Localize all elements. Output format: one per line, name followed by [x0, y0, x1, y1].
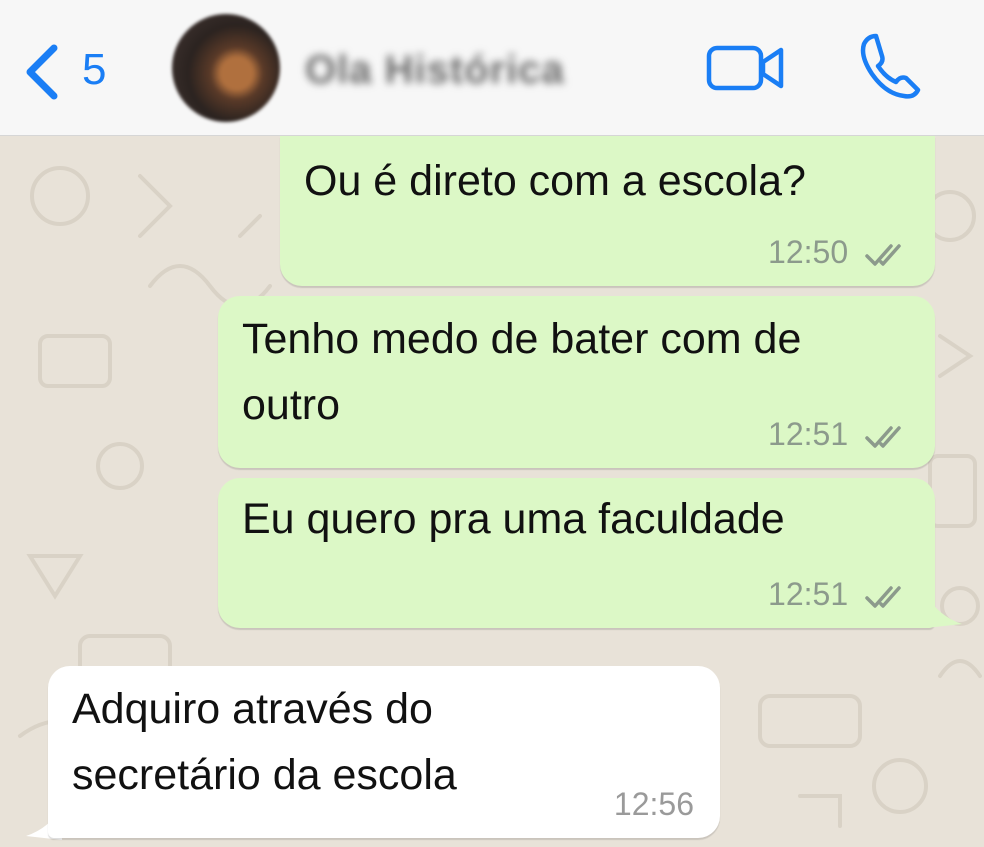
message-time: 12:50 — [768, 234, 849, 270]
message-time: 12:51 — [768, 416, 849, 452]
message-meta: 12:50 — [768, 232, 909, 272]
avatar[interactable] — [172, 14, 280, 122]
voice-call-button[interactable] — [858, 30, 928, 100]
video-call-button[interactable] — [705, 40, 787, 96]
double-check-icon — [865, 425, 901, 448]
double-check-icon — [865, 585, 901, 608]
message-bubble-outgoing[interactable]: Tenho medo de bater com de outro 12:51 — [218, 296, 935, 468]
message-bubble-incoming[interactable]: Adquiro através do secretário da escola … — [48, 666, 720, 838]
message-time: 12:56 — [613, 786, 694, 822]
message-meta: 12:51 — [768, 414, 909, 454]
contact-name[interactable]: Ola Histórica — [305, 44, 565, 96]
chevron-left-icon — [26, 44, 58, 100]
message-text: Eu quero pra uma faculdade — [242, 495, 785, 543]
double-check-icon — [865, 243, 901, 266]
message-text: Ou é direto com a escola? — [304, 157, 806, 205]
message-meta: 12:51 — [768, 574, 909, 614]
message-text: Adquiro através do secretário da escola — [72, 685, 457, 799]
video-camera-icon — [706, 45, 784, 91]
unread-count: 5 — [82, 45, 107, 94]
back-button[interactable]: 5 — [22, 40, 132, 100]
chat-header: 5 Ola Histórica — [0, 0, 984, 136]
message-bubble-outgoing[interactable]: Ou é direto com a escola? 12:50 — [280, 136, 935, 286]
phone-icon — [860, 33, 921, 99]
message-bubble-outgoing[interactable]: Eu quero pra uma faculdade 12:51 — [218, 478, 935, 628]
bubble-tail — [926, 594, 962, 628]
message-time: 12:51 — [768, 576, 849, 612]
